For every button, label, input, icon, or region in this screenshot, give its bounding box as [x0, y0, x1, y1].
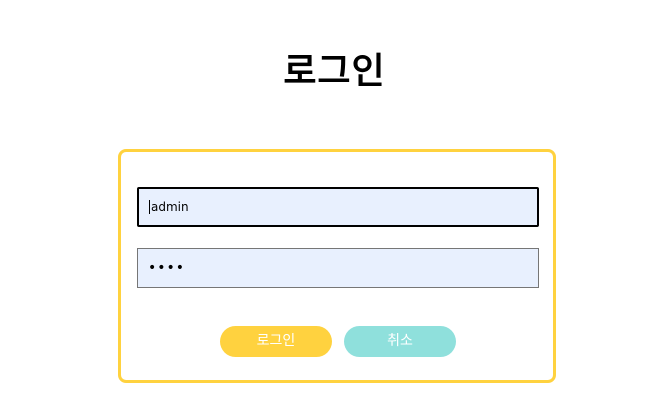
password-masked-value: ••••	[148, 260, 186, 276]
login-form-card: admin •••• 로그인 취소	[118, 149, 556, 383]
username-input[interactable]: admin	[137, 187, 539, 227]
password-input[interactable]: ••••	[137, 248, 539, 288]
cancel-button[interactable]: 취소	[344, 326, 456, 357]
login-button[interactable]: 로그인	[220, 326, 332, 357]
text-caret	[149, 200, 150, 214]
page-title: 로그인	[283, 51, 386, 92]
login-page: 로그인 admin •••• 로그인 취소	[0, 0, 669, 419]
username-value: admin	[151, 200, 189, 214]
